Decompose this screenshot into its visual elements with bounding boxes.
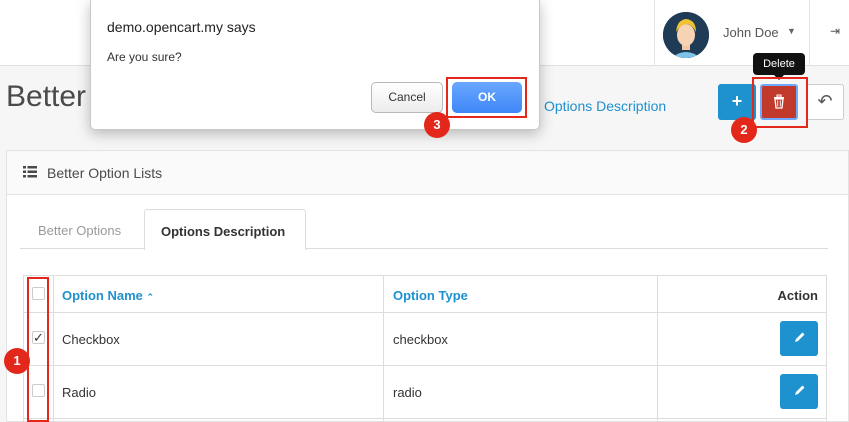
column-action: Action <box>777 288 818 303</box>
table-row: Radio radio <box>24 366 826 419</box>
option-type: radio <box>393 385 422 400</box>
sort-option-name[interactable]: Option Name ⌃ <box>62 288 154 303</box>
cancel-button[interactable]: Cancel <box>371 82 443 113</box>
delete-button-highlight <box>752 77 808 128</box>
tab-bar: Better Options Options Description <box>20 209 828 250</box>
sort-up-icon: ⌃ <box>146 292 155 302</box>
tab-label: Options Description <box>161 224 286 239</box>
step-badge-1: 1 <box>4 348 30 374</box>
table-row: ✓ Checkbox checkbox <box>24 313 826 366</box>
option-name: Radio <box>62 385 96 400</box>
dialog-message: Are you sure? <box>107 50 182 64</box>
caret-down-icon: ▼ <box>787 26 796 36</box>
edit-button[interactable] <box>780 374 818 409</box>
plus-icon: + <box>731 91 743 111</box>
option-name: Checkbox <box>62 332 120 347</box>
edit-button[interactable] <box>780 321 818 356</box>
options-table: Option Name ⌃ Option Type Action ✓ Check… <box>23 275 827 422</box>
delete-tooltip: Delete <box>753 53 805 75</box>
back-button[interactable]: ↶ <box>806 84 844 120</box>
sign-out-icon: ⇥ <box>830 24 841 38</box>
logout-button[interactable]: ⇥ <box>809 0 849 66</box>
avatar <box>663 12 709 58</box>
panel-title: Better Option Lists <box>47 165 163 181</box>
tab-options-description[interactable]: Options Description <box>144 209 306 250</box>
table-header: Option Name ⌃ Option Type Action <box>24 276 826 313</box>
column-option-name: Option Name <box>62 288 143 303</box>
step-badge-3: 3 <box>424 112 450 138</box>
pencil-icon <box>795 385 805 395</box>
checkbox-column-highlight <box>27 277 49 422</box>
step-badge-2: 2 <box>731 117 757 143</box>
list-icon <box>23 166 37 178</box>
dialog-title: demo.opencart.my says <box>107 19 256 35</box>
user-name: John Doe <box>723 25 779 40</box>
reply-icon: ↶ <box>817 91 833 111</box>
panel-heading: Better Option Lists <box>7 151 848 195</box>
breadcrumb-link[interactable]: Options Description <box>544 98 666 114</box>
ok-button-highlight <box>446 77 527 118</box>
tab-better-options[interactable]: Better Options <box>38 223 121 238</box>
add-button[interactable]: + <box>718 84 756 120</box>
option-type: checkbox <box>393 332 448 347</box>
pencil-icon <box>795 332 805 342</box>
page-title: Better <box>6 80 87 113</box>
sort-option-type[interactable]: Option Type <box>393 288 468 303</box>
